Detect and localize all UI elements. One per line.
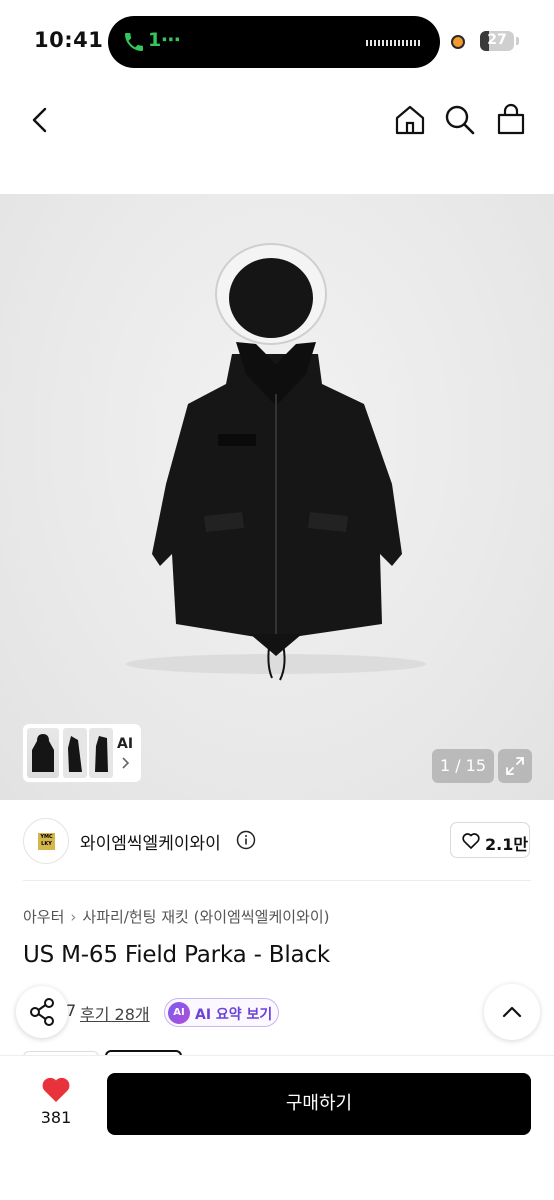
audio-wave-icon xyxy=(366,40,422,46)
top-nav xyxy=(0,90,554,150)
share-button[interactable] xyxy=(16,986,68,1038)
breadcrumb-item-outer[interactable]: 아우터 xyxy=(23,906,64,927)
share-icon xyxy=(30,998,54,1026)
shop-logo[interactable]: YMC LKY xyxy=(23,818,69,864)
status-bar: 10:41 1⋯ 27 xyxy=(0,0,554,84)
breadcrumb-separator-icon: › xyxy=(70,908,77,926)
shop-logo-mark: YMC LKY xyxy=(38,833,55,850)
divider xyxy=(23,880,531,881)
shop-row[interactable]: YMC LKY 와이엠씩엘케이와이 2.1만 xyxy=(0,818,554,864)
heart-outline-icon xyxy=(462,833,480,849)
reviews-link[interactable]: 후기 28개 xyxy=(80,1001,150,1025)
product-title: US M-65 Field Parka - Black xyxy=(23,942,331,968)
recording-indicator-icon xyxy=(451,35,465,49)
call-duration: 1⋯ xyxy=(148,29,181,51)
buy-button[interactable]: 구매하기 xyxy=(107,1073,531,1135)
wish-count: 381 xyxy=(40,1108,72,1127)
chevron-up-icon xyxy=(502,1006,522,1018)
scroll-top-button[interactable] xyxy=(484,984,540,1040)
thumbnail-strip[interactable]: AI xyxy=(23,724,141,782)
product-image-gallery[interactable]: AI 1 / 15 xyxy=(0,194,554,800)
battery-percent: 27 xyxy=(487,32,507,48)
info-icon[interactable] xyxy=(236,830,256,850)
thumbnail-back[interactable] xyxy=(89,728,113,778)
breadcrumb-item-safari-jacket[interactable]: 사파리/헌팅 재킷 (와이엠씩엘케이와이) xyxy=(82,906,329,927)
ai-label[interactable]: AI xyxy=(117,736,133,752)
thumbnail-side[interactable] xyxy=(63,728,87,778)
shop-like-count: 2.1만 xyxy=(485,835,529,854)
ai-summary-label: AI 요약 보기 xyxy=(195,1007,273,1023)
ai-summary-button[interactable]: AI AI 요약 보기 xyxy=(164,998,279,1027)
home-icon[interactable] xyxy=(392,102,428,138)
rating-value: 7 xyxy=(66,1001,77,1020)
clock: 10:41 xyxy=(34,28,104,52)
image-counter: 1 / 15 xyxy=(432,749,494,783)
back-chevron-icon[interactable] xyxy=(22,102,58,138)
shopping-bag-icon[interactable] xyxy=(493,102,529,138)
thumbnail-front[interactable] xyxy=(27,728,59,778)
expand-icon xyxy=(506,757,524,775)
battery-icon: 27 xyxy=(480,31,514,51)
battery-cap xyxy=(516,37,519,45)
search-icon[interactable] xyxy=(442,102,478,138)
product-photo-parka xyxy=(126,243,426,681)
heart-filled-icon[interactable] xyxy=(40,1074,72,1104)
ai-badge-icon: AI xyxy=(168,1002,190,1024)
expand-button[interactable] xyxy=(498,749,532,783)
dynamic-island[interactable]: 1⋯ xyxy=(108,16,440,68)
bottom-bar: 381 구매하기 xyxy=(0,1056,554,1200)
phone-icon xyxy=(125,33,143,51)
chevron-right-icon[interactable] xyxy=(120,756,130,770)
shop-name[interactable]: 와이엠씩엘케이와이 xyxy=(80,829,221,854)
shop-like-button[interactable]: 2.1만 xyxy=(450,822,530,858)
breadcrumb: 아우터 › 사파리/헌팅 재킷 (와이엠씩엘케이와이) xyxy=(23,906,330,927)
